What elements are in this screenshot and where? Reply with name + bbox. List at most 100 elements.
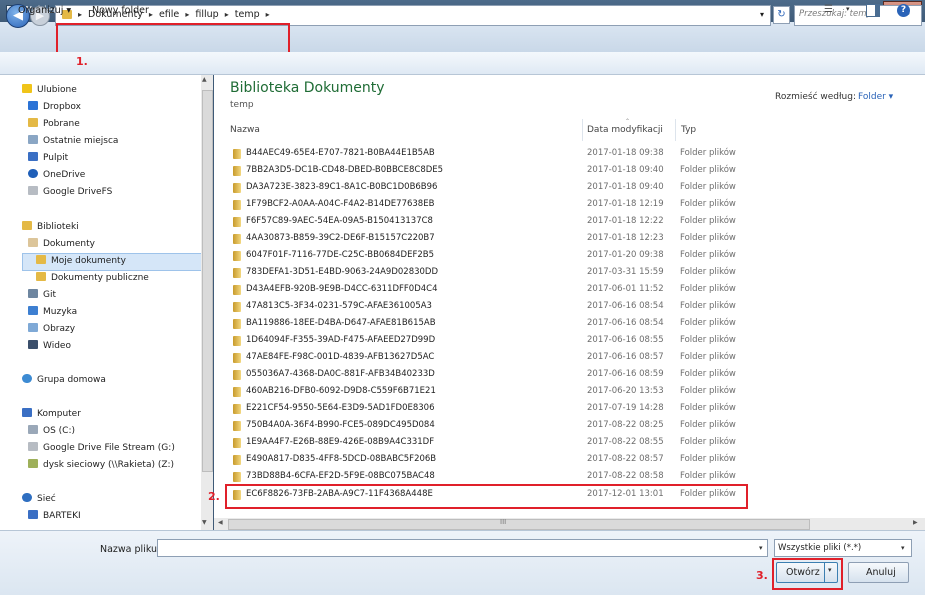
scroll-up-icon[interactable]: ▲ bbox=[202, 76, 207, 83]
nav-item-google-drive-stream[interactable]: Google Drive File Stream (G:) bbox=[28, 442, 175, 453]
file-row[interactable]: BA119886-18EE-D4BA-D647-AFAE81B615AB 2017… bbox=[229, 315, 739, 332]
column-header-name[interactable]: Nazwa bbox=[230, 125, 260, 135]
nav-item-barteki[interactable]: BARTEKI bbox=[28, 510, 81, 521]
file-row[interactable]: 1F79BCF2-A0AA-A04C-F4A2-B14DE77638EB 2017… bbox=[229, 196, 739, 213]
column-divider[interactable] bbox=[582, 119, 583, 141]
filename-input[interactable] bbox=[157, 539, 768, 557]
file-type: Folder plików bbox=[680, 335, 736, 345]
help-icon[interactable]: ? bbox=[897, 4, 910, 17]
file-row[interactable]: 6047F01F-7116-77DE-C25C-BB0684DEF2B5 2017… bbox=[229, 247, 739, 264]
nav-item-dropbox[interactable]: Dropbox bbox=[28, 101, 81, 112]
file-row[interactable]: E490A817-D835-4FF8-5DCD-08BABC5F206B 2017… bbox=[229, 451, 739, 468]
nav-scrollbar-thumb[interactable] bbox=[202, 90, 213, 472]
file-row[interactable]: DA3A723E-3823-89C1-8A1C-B0BC1D0B6B96 2017… bbox=[229, 179, 739, 196]
file-type: Folder plików bbox=[680, 386, 736, 396]
file-row[interactable]: D43A4EFB-920B-9E9B-D4CC-6311DFF0D4C4 2017… bbox=[229, 281, 739, 298]
file-row[interactable]: E221CF54-9550-5E64-E3D9-5AD1FD0E8306 2017… bbox=[229, 400, 739, 417]
nav-item-dokumenty-publiczne[interactable]: Dokumenty publiczne bbox=[36, 272, 149, 283]
breadcrumb-separator[interactable]: ▸ bbox=[225, 10, 229, 19]
nav-item-onedrive[interactable]: OneDrive bbox=[28, 169, 85, 180]
organize-menu-button[interactable]: Organizuj ▾ bbox=[18, 5, 71, 16]
file-row[interactable]: 7BB2A3D5-DC1B-CD48-DBED-B0BBCE8C8DE5 2017… bbox=[229, 162, 739, 179]
nav-item-network-drive-z[interactable]: dysk sieciowy (\\Rakieta) (Z:) bbox=[28, 459, 174, 470]
nav-item-os-c[interactable]: OS (C:) bbox=[28, 425, 75, 436]
breadcrumb-separator[interactable]: ▸ bbox=[266, 10, 270, 19]
file-row[interactable]: F6F57C89-9AEC-54EA-09A5-B150413137C8 2017… bbox=[229, 213, 739, 230]
file-date: 2017-08-22 08:55 bbox=[587, 437, 664, 447]
file-row[interactable]: 1E9AA4F7-E26B-88E9-426E-08B9A4C331DF 2017… bbox=[229, 434, 739, 451]
breadcrumb-item-fillup[interactable]: fillup bbox=[195, 9, 218, 20]
column-divider[interactable] bbox=[675, 119, 676, 141]
breadcrumb-separator[interactable]: ▸ bbox=[149, 10, 153, 19]
nav-item-ostatnie-miejsca[interactable]: Ostatnie miejsca bbox=[28, 135, 118, 146]
nav-network[interactable]: Sieć bbox=[22, 493, 56, 504]
nav-item-muzyka[interactable]: Muzyka bbox=[28, 306, 77, 317]
refresh-button[interactable]: ↻ bbox=[773, 6, 790, 24]
nav-homegroup[interactable]: Grupa domowa bbox=[22, 374, 106, 385]
file-type: Folder plików bbox=[680, 369, 736, 379]
file-row[interactable]: B44AEC49-65E4-E707-7821-B0BA44E1B5AB 2017… bbox=[229, 145, 739, 162]
breadcrumb-item-temp[interactable]: temp bbox=[235, 9, 260, 20]
nav-favorites[interactable]: Ulubione bbox=[22, 84, 77, 95]
nav-item-moje-dokumenty[interactable]: Moje dokumenty bbox=[36, 255, 126, 266]
preview-pane-icon[interactable] bbox=[866, 4, 880, 17]
file-date: 2017-08-22 08:25 bbox=[587, 420, 664, 430]
computer-icon bbox=[28, 510, 38, 519]
arrange-by-label: Rozmieść według: bbox=[775, 92, 856, 102]
nav-computer[interactable]: Komputer bbox=[22, 408, 81, 419]
folder-icon bbox=[233, 353, 241, 363]
cancel-button-label[interactable]: Anuluj bbox=[866, 567, 896, 578]
folder-icon bbox=[233, 302, 241, 312]
filter-dropdown-icon[interactable]: ▾ bbox=[901, 544, 905, 552]
view-options-icon[interactable]: ☰ bbox=[824, 4, 833, 15]
breadcrumb-separator[interactable]: ▸ bbox=[185, 10, 189, 19]
file-row[interactable]: 73BD88B4-6CFA-EF2D-5F9E-08BC075BAC48 2017… bbox=[229, 468, 739, 485]
filename-dropdown-icon[interactable]: ▾ bbox=[759, 544, 763, 552]
file-row[interactable]: 4AA30873-B859-39C2-DE6F-B15157C220B7 2017… bbox=[229, 230, 739, 247]
arrange-by-dropdown[interactable]: Folder ▾ bbox=[858, 92, 893, 102]
scroll-left-icon[interactable]: ◀ bbox=[218, 519, 223, 526]
folder-icon bbox=[233, 200, 241, 210]
file-row[interactable]: 460AB216-DFB0-6092-D9D8-C559F6B71E21 2017… bbox=[229, 383, 739, 400]
sort-indicator-icon: ⌃ bbox=[625, 118, 631, 125]
nav-item-dokumenty[interactable]: Dokumenty bbox=[28, 238, 95, 249]
scroll-down-icon[interactable]: ▼ bbox=[202, 519, 207, 526]
file-row[interactable]: 783DEFA1-3D51-E4BD-9063-24A9D02830DD 2017… bbox=[229, 264, 739, 281]
horizontal-scrollbar-thumb[interactable] bbox=[228, 519, 810, 530]
nav-label: Pobrane bbox=[43, 119, 80, 129]
column-header-type[interactable]: Typ bbox=[681, 125, 696, 135]
navigation-pane: Ulubione Dropbox Pobrane Ostatnie miejsc… bbox=[0, 75, 213, 530]
nav-label: Ostatnie miejsca bbox=[43, 136, 119, 146]
file-row[interactable]: 750B4A0A-36F4-B990-FCE5-089DC495D084 2017… bbox=[229, 417, 739, 434]
view-dropdown-icon[interactable]: ▾ bbox=[846, 5, 850, 13]
nav-item-pobrane[interactable]: Pobrane bbox=[28, 118, 80, 129]
nav-item-git[interactable]: Git bbox=[28, 289, 56, 300]
file-row[interactable]: 055036A7-4368-DA0C-881F-AFB34B40233D 2017… bbox=[229, 366, 739, 383]
file-name: B44AEC49-65E4-E707-7821-B0BA44E1B5AB bbox=[246, 148, 435, 158]
file-row[interactable]: 1D64094F-F355-39AD-F475-AFAEED27D99D 2017… bbox=[229, 332, 739, 349]
file-type: Folder plików bbox=[680, 437, 736, 447]
nav-label: Obrazy bbox=[43, 324, 76, 334]
new-folder-button[interactable]: Nowy folder bbox=[92, 5, 149, 16]
nav-item-pulpit[interactable]: Pulpit bbox=[28, 152, 68, 163]
file-row[interactable]: 47AE84FE-F98C-001D-4839-AFB13627D5AC 2017… bbox=[229, 349, 739, 366]
address-dropdown-button[interactable]: ▾ bbox=[760, 10, 764, 19]
nav-label: Dokumenty publiczne bbox=[51, 273, 149, 283]
documents-icon bbox=[28, 238, 38, 247]
column-header-date[interactable]: Data modyfikacji bbox=[587, 125, 663, 135]
network-drive-icon bbox=[28, 459, 38, 468]
breadcrumb-item-efile[interactable]: efile bbox=[159, 9, 179, 20]
folder-icon bbox=[233, 166, 241, 176]
nav-item-obrazy[interactable]: Obrazy bbox=[28, 323, 75, 334]
file-row[interactable]: 47A813C5-3F34-0231-579C-AFAE361005A3 2017… bbox=[229, 298, 739, 315]
scroll-right-icon[interactable]: ▶ bbox=[913, 519, 918, 526]
nav-libraries[interactable]: Biblioteki bbox=[22, 221, 79, 232]
nav-item-google-drivefs[interactable]: Google DriveFS bbox=[28, 186, 112, 197]
downloads-folder-icon bbox=[28, 118, 38, 127]
nav-item-wideo[interactable]: Wideo bbox=[28, 340, 71, 351]
filename-label: Nazwa pliku: bbox=[100, 544, 161, 555]
file-type: Folder plików bbox=[680, 352, 736, 362]
file-name: E490A817-D835-4FF8-5DCD-08BABC5F206B bbox=[246, 454, 437, 464]
file-name: 47A813C5-3F34-0231-579C-AFAE361005A3 bbox=[246, 301, 432, 311]
file-name: F6F57C89-9AEC-54EA-09A5-B150413137C8 bbox=[246, 216, 433, 226]
